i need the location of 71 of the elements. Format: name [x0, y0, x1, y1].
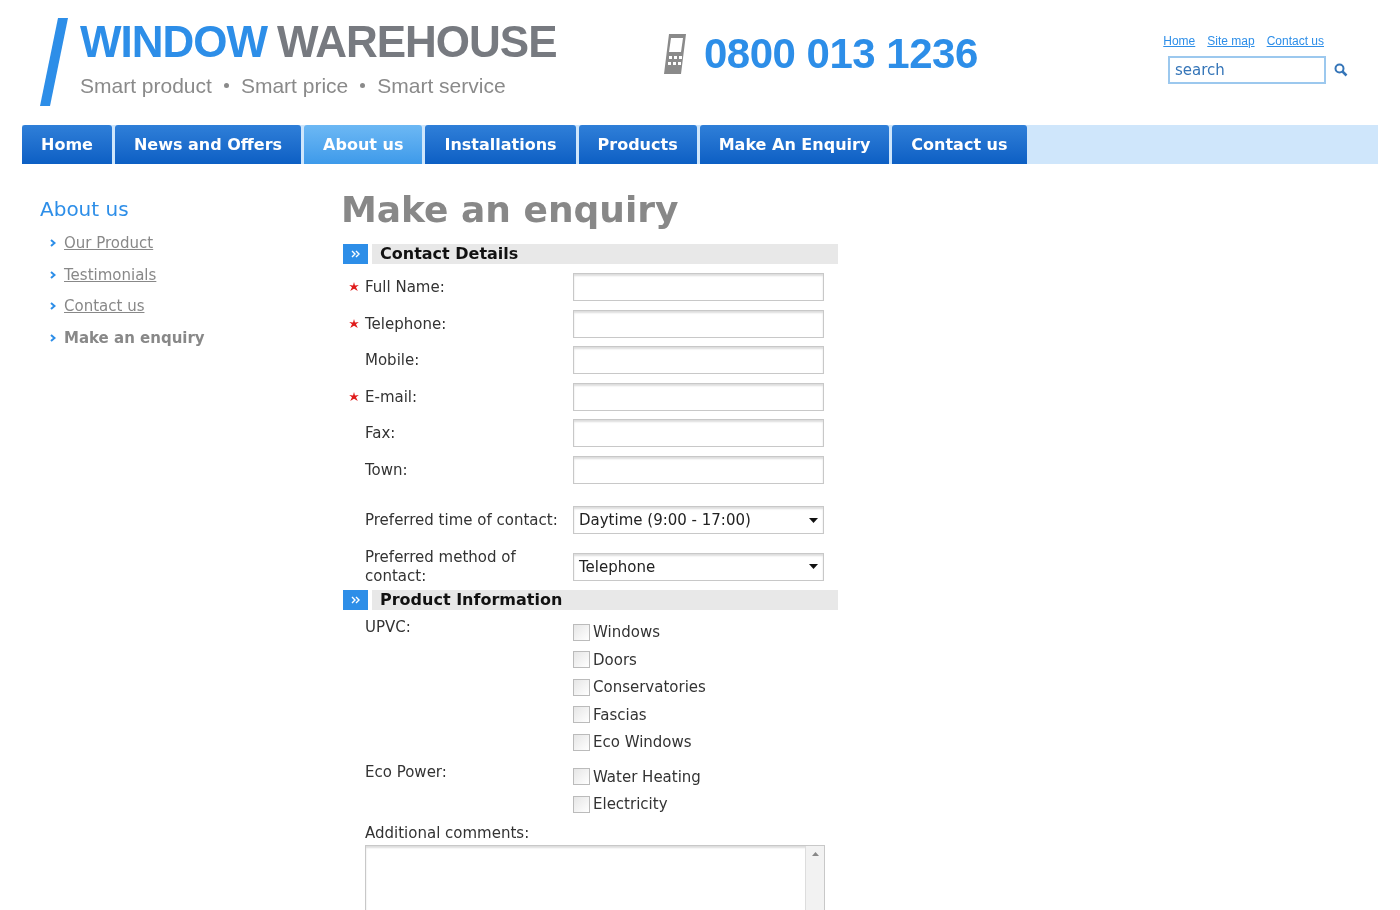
double-chevron-icon: [343, 590, 368, 610]
caret-icon: [809, 517, 818, 523]
chevron-icon: [50, 302, 56, 311]
checkbox-label: Fascias: [593, 704, 647, 726]
logo-text: WINDOW: [80, 18, 268, 66]
field-label: Eco Power:: [365, 762, 448, 782]
checkbox-label: Windows: [593, 622, 660, 643]
text-input[interactable]: [573, 273, 824, 301]
chevron-icon: [50, 333, 56, 342]
page-title: Make an enquiry: [341, 188, 680, 232]
field-label: UPVC:: [365, 618, 412, 637]
chevron-icon: [50, 270, 56, 279]
scroll-up-icon: [811, 851, 819, 856]
checkbox[interactable]: [573, 795, 590, 813]
checkbox-label: Electricity: [593, 794, 668, 815]
field-label: E-mail:: [365, 387, 419, 407]
chevron-icon: [50, 239, 56, 248]
checkbox-label: Eco Windows: [593, 732, 692, 753]
logo-text: WAREHOUSE: [277, 18, 557, 66]
top-link[interactable]: Site map: [1207, 32, 1255, 50]
double-chevron-icon: [343, 244, 368, 264]
field-label: Preferred method of contact:: [365, 547, 517, 586]
top-link[interactable]: Contact us: [1266, 32, 1324, 50]
caret-icon: [809, 564, 818, 570]
bullet-icon: [360, 83, 366, 89]
nav-tab[interactable]: News and Offers: [114, 125, 302, 164]
sidebar-link[interactable]: Our Product: [64, 232, 154, 255]
field-label: Additional comments:: [365, 823, 531, 843]
field-label: Full Name:: [365, 278, 446, 297]
dropdown-select[interactable]: Telephone: [573, 552, 824, 581]
tagline-text: Smart service: [377, 73, 506, 99]
sidebar-title: About us: [40, 196, 130, 223]
search-field[interactable]: search: [1168, 56, 1326, 84]
field-label: Preferred time of contact:: [365, 510, 559, 530]
checkbox-label: Water Heating: [593, 766, 701, 788]
nav-tab[interactable]: Home: [22, 125, 112, 164]
nav-tab[interactable]: Contact us: [892, 125, 1027, 164]
sidebar-link[interactable]: Contact us: [64, 295, 145, 318]
checkbox[interactable]: [573, 706, 590, 724]
checkbox[interactable]: [573, 623, 590, 641]
checkbox[interactable]: [573, 768, 590, 786]
nav-tab[interactable]: Products: [578, 125, 697, 164]
text-input[interactable]: [573, 346, 824, 374]
top-link[interactable]: Home: [1163, 32, 1196, 50]
checkbox[interactable]: [573, 733, 590, 751]
sidebar-link[interactable]: Testimonials: [64, 263, 157, 286]
phone-number: 0800 013 1236: [704, 29, 978, 79]
section-header: Product Information: [372, 590, 838, 610]
field-label: Fax:: [365, 424, 397, 443]
tagline-text: Smart price: [240, 73, 349, 99]
checkbox-label: Conservatories: [593, 677, 706, 698]
bullet-icon: [223, 83, 229, 89]
slash-logo-icon: [40, 18, 70, 106]
checkbox-label: Doors: [593, 649, 637, 671]
nav-tab[interactable]: About us: [304, 125, 423, 164]
field-label: Telephone:: [365, 314, 448, 334]
section-header: Contact Details: [372, 244, 838, 264]
nav-tab[interactable]: Make An Enquiry: [699, 125, 890, 164]
checkbox[interactable]: [573, 678, 590, 696]
text-input[interactable]: [573, 309, 824, 338]
text-input[interactable]: [573, 382, 824, 411]
text-input[interactable]: [573, 419, 824, 447]
tagline-text: Smart product: [80, 73, 212, 99]
dropdown-select[interactable]: Daytime (9:00 - 17:00): [573, 506, 824, 535]
search-icon[interactable]: [1334, 63, 1348, 77]
text-input[interactable]: [573, 455, 824, 484]
nav-tab[interactable]: Installations: [425, 125, 576, 164]
checkbox[interactable]: [573, 651, 590, 669]
sidebar-link[interactable]: Make an enquiry: [64, 326, 205, 349]
field-label: Town:: [365, 460, 409, 480]
field-label: Mobile:: [365, 351, 421, 370]
